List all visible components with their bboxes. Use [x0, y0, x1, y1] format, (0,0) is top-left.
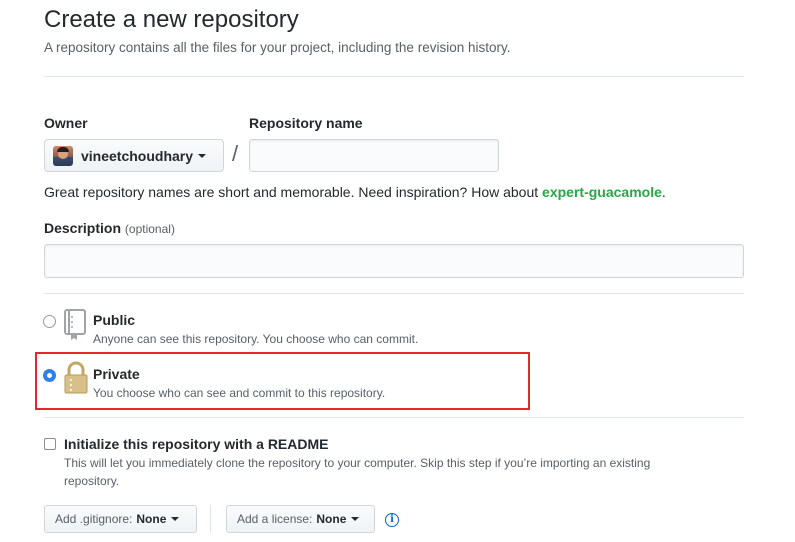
private-description: You choose who can see and commit to thi…: [93, 386, 386, 400]
owner-label: Owner: [44, 115, 88, 131]
lock-icon: [64, 361, 88, 394]
description-label-text: Description: [44, 220, 122, 236]
visibility-divider-top: [44, 293, 744, 294]
visibility-divider-bottom: [44, 417, 744, 418]
owner-repo-separator: /: [232, 141, 239, 166]
repo-book-icon: [64, 309, 86, 340]
description-label: Description (optional): [44, 220, 175, 236]
optional-tag: (optional): [124, 222, 175, 236]
gitignore-value: None: [136, 512, 167, 526]
private-radio[interactable]: [43, 369, 56, 382]
readme-description-line1: This will let you immediately clone the …: [64, 456, 651, 470]
public-title: Public: [93, 312, 136, 328]
license-dropdown[interactable]: Add a license: None: [226, 505, 375, 533]
page-title: Create a new repository: [44, 6, 299, 33]
hint-text: Great repository names are short and mem…: [44, 184, 543, 200]
readme-checkbox[interactable]: [44, 438, 56, 450]
info-icon[interactable]: i: [385, 513, 399, 527]
description-input[interactable]: [44, 244, 744, 278]
gitignore-dropdown[interactable]: Add .gitignore: None: [44, 505, 197, 533]
hint-end: .: [661, 184, 666, 200]
owner-name: vineetchoudhary: [81, 147, 194, 164]
repo-name-input[interactable]: [249, 139, 499, 172]
license-prefix: Add a license:: [237, 512, 313, 526]
chevron-down-icon: [351, 517, 360, 521]
license-value: None: [316, 512, 347, 526]
button-separator: [210, 505, 211, 533]
chevron-down-icon: [171, 517, 180, 521]
gitignore-prefix: Add .gitignore:: [55, 512, 133, 526]
readme-title: Initialize this repository with a README: [64, 436, 329, 452]
owner-dropdown[interactable]: vineetchoudhary: [44, 139, 224, 172]
name-suggestion-link[interactable]: expert-guacamole: [542, 184, 662, 200]
public-description: Anyone can see this repository. You choo…: [93, 332, 419, 346]
private-title: Private: [93, 366, 140, 382]
header-divider: [44, 76, 744, 77]
avatar: [53, 145, 73, 166]
readme-description-line2: repository.: [64, 474, 120, 488]
repo-name-hint: Great repository names are short and mem…: [44, 184, 666, 200]
page-subtitle: A repository contains all the files for …: [44, 40, 511, 55]
public-radio[interactable]: [43, 315, 56, 328]
repo-name-label: Repository name: [249, 115, 363, 131]
chevron-down-icon: [198, 153, 207, 158]
